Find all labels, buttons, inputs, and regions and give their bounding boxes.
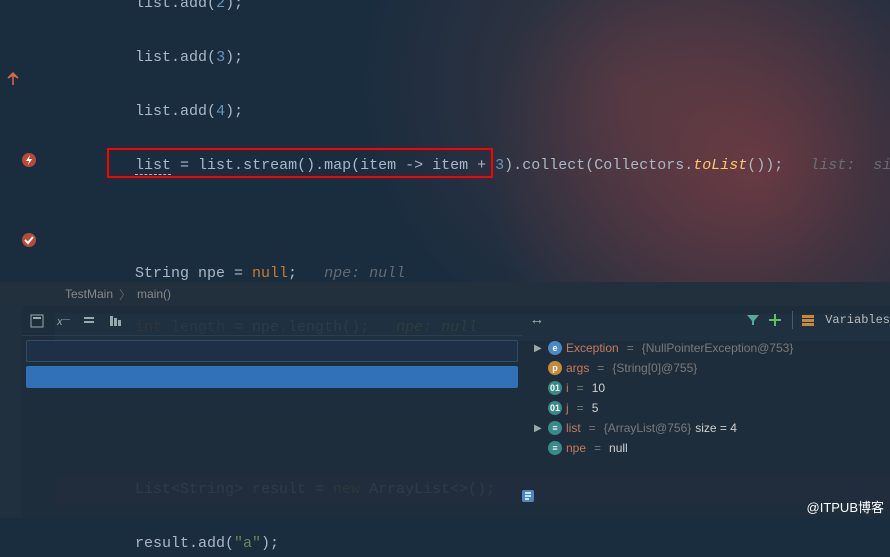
variable-extra: size = 4 [695,421,737,435]
variable-row[interactable]: ▶ 01 j = 5 [530,398,890,418]
code-line[interactable]: list = list.stream().map(item -> item + … [55,152,890,179]
variables-header: ↔ Variables [522,306,890,334]
equals-sign: = [577,401,584,415]
variable-value: 5 [592,401,599,415]
variable-name: args [566,361,589,375]
breadcrumb-method[interactable]: main() [137,287,171,301]
variable-value: {String[0]@755} [612,361,697,375]
variable-type-icon: 01 [548,381,562,395]
code-line[interactable]: list.add(3); [55,44,890,71]
svg-text:x: x [56,316,63,328]
expand-icon[interactable]: ↔ [528,311,546,329]
breakpoint-disabled-icon[interactable] [20,231,38,249]
restore-layout-icon[interactable] [28,312,46,330]
variables-title: Variables [825,313,890,327]
expand-triangle-icon[interactable]: ▶ [534,443,544,454]
variable-row[interactable]: ▶ 01 i = 10 [530,378,890,398]
code-line[interactable]: result.add("a"); [55,530,890,557]
variable-type-icon: e [548,341,562,355]
exception-breakpoint-icon[interactable] [20,151,38,169]
expand-triangle-icon[interactable]: ▶ [534,343,544,354]
expand-triangle-icon[interactable]: ▶ [534,383,544,394]
variables-panel-icon [801,313,815,327]
debugger-toolbar [0,306,22,518]
frames-dropdown[interactable] [26,340,518,362]
variable-row[interactable]: ▶ pargs = {String[0]@755} [530,358,890,378]
jump-to-type-icon[interactable] [4,70,22,88]
mute-breakpoints-icon[interactable]: x— [54,312,72,330]
variable-row[interactable]: ▶ e Exception = {NullPointerException@753} [530,338,890,358]
variable-type-icon: ≡ [548,441,562,455]
frames-panel: x— [22,306,522,518]
expand-triangle-icon[interactable]: ▶ [534,363,544,374]
frames-body [22,336,522,518]
code-line[interactable]: list.add(2); [55,0,890,17]
equals-sign: = [594,441,601,455]
equals-sign: = [577,381,584,395]
variable-type-icon: p [548,361,562,375]
code-line[interactable]: list.add(4); [55,98,890,125]
variable-name: Exception [566,341,619,355]
variable-value: null [609,441,628,455]
equals-sign: = [589,421,596,435]
variables-panel: ↔ Variables ▶ e Exception = {NullPointerExce… [522,306,890,518]
code-line[interactable] [55,206,890,233]
debugger-panel: x— ↔ Variables ▶ e Exception = {NullPointerE… [0,306,890,518]
equals-sign: = [627,341,634,355]
pin-icon[interactable] [106,312,124,330]
variable-row[interactable]: ▶ ≡ npe = null [530,438,890,458]
breadcrumb: TestMain 〉 main() [0,282,890,306]
variable-value: {ArrayList@756} [604,421,692,435]
variable-name: j [566,401,569,415]
expand-triangle-icon[interactable]: ▶ [534,423,544,434]
settings-icon[interactable] [80,312,98,330]
add-watch-icon[interactable] [766,311,784,329]
equals-sign: = [597,361,604,375]
watermark: @ITPUB博客 [807,497,884,516]
expand-triangle-icon[interactable]: ▶ [534,403,544,414]
variable-name: list [566,421,581,435]
variable-type-icon: ≡ [548,421,562,435]
breadcrumb-separator: 〉 [119,286,131,303]
variables-divider [792,311,793,329]
variable-name: i [566,381,569,395]
thread-icon[interactable] [520,488,536,509]
frame-row-selected[interactable] [26,366,518,388]
variable-value: 10 [592,381,605,395]
code-area[interactable]: list.add(2); list.add(3); list.add(4); list… [55,0,890,297]
variable-value: {NullPointerException@753} [642,341,794,355]
gutter [0,0,55,282]
variable-type-icon: 01 [548,401,562,415]
variable-name: npe [566,441,586,455]
variable-row[interactable]: ▶ ≡ list = {ArrayList@756} size = 4 [530,418,890,438]
svg-text:—: — [63,316,70,323]
frames-header: x— [22,306,522,336]
filter-icon[interactable] [744,311,762,329]
variables-tree[interactable]: ▶ e Exception = {NullPointerException@753} ▶ p… [522,334,890,458]
breadcrumb-class[interactable]: TestMain [65,287,113,301]
